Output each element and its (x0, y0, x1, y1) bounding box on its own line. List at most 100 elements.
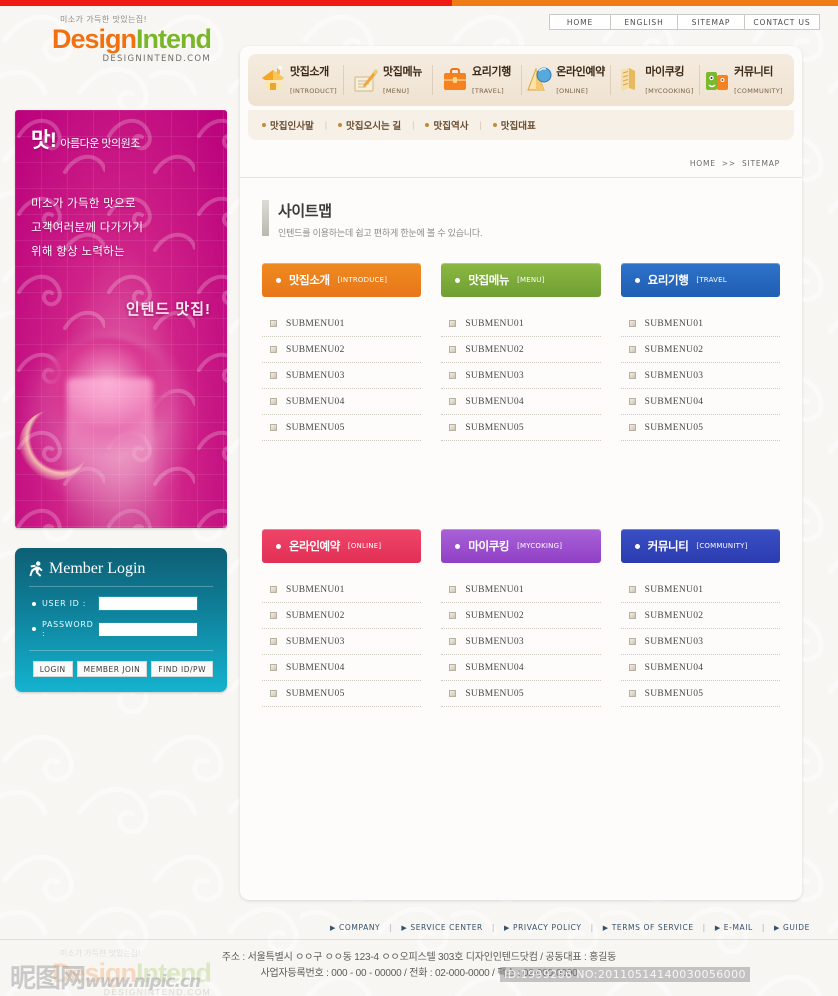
list-item[interactable]: SUBMENU02 (620, 337, 780, 363)
global-nav-item-mycooking[interactable]: 마이쿠킹 [MYCOOKING] (610, 61, 699, 99)
sub-nav-item-history[interactable]: 맛집역사 (425, 118, 468, 132)
site-logo[interactable]: 미소가 가득한 맛있는집! DesignIntend DESIGNINTEND.… (52, 14, 212, 64)
sitemap-header-menu[interactable]: 맛집메뉴 [MENU] (441, 263, 601, 297)
sitemap-header-online[interactable]: 온라인예약 [ONLINE] (262, 529, 422, 563)
logo-word-first: Design (52, 24, 137, 54)
sitemap-header-ko-community: 커뮤니티 (647, 541, 689, 553)
list-item[interactable]: SUBMENU05 (441, 415, 601, 441)
footer-link-email[interactable]: ▶ E-MAIL (715, 923, 753, 932)
utility-nav-sitemap[interactable]: SITEMAP (677, 14, 745, 30)
arrow-icon-6: ▶ (773, 923, 780, 932)
sitemap-link: SUBMENU02 (286, 610, 345, 621)
footer-link-service-center[interactable]: ▶ SERVICE CENTER (401, 923, 483, 932)
promo-headline-big: 맛! (31, 129, 57, 152)
sitemap-link: SUBMENU02 (465, 610, 524, 621)
list-item[interactable]: SUBMENU03 (620, 363, 780, 389)
login-button[interactable]: LOGIN (32, 661, 73, 677)
list-item[interactable]: SUBMENU02 (441, 337, 601, 363)
list-item[interactable]: SUBMENU01 (262, 311, 422, 337)
list-item[interactable]: SUBMENU02 (620, 603, 780, 629)
footer-link-label: TERMS OF SERVICE (611, 923, 694, 932)
sitemap-column-mycooking: 마이쿠킹 [MYCOKING] SUBMENU01 SUBMENU02 SUBM… (441, 529, 601, 707)
list-item[interactable]: SUBMENU04 (620, 655, 780, 681)
user-id-input[interactable] (98, 596, 198, 611)
sitemap-header-mycooking[interactable]: 마이쿠킹 [MYCOKING] (441, 529, 601, 563)
list-item[interactable]: SUBMENU03 (262, 629, 422, 655)
password-row: PASSWORD : (29, 620, 213, 638)
list-item[interactable]: SUBMENU01 (620, 311, 780, 337)
square-bullet-icon (270, 664, 277, 671)
list-item[interactable]: SUBMENU01 (441, 577, 601, 603)
list-item[interactable]: SUBMENU01 (441, 311, 601, 337)
find-id-pw-button[interactable]: FIND ID/PW (151, 661, 213, 677)
footer-link-guide[interactable]: ▶ GUIDE (774, 923, 810, 932)
square-bullet-icon (449, 690, 457, 697)
list-item[interactable]: SUBMENU05 (262, 415, 422, 441)
utility-nav: HOME ENGLISH SITEMAP CONTACT US (549, 14, 820, 30)
list-item[interactable]: SUBMENU04 (262, 655, 422, 681)
sub-nav-item-representative[interactable]: 맛집대표 (492, 118, 536, 132)
footer-link-privacy-policy[interactable]: ▶ PRIVACY POLICY (504, 923, 582, 932)
page-description: 인텐드를 이용하는데 쉽고 편하게 한눈에 볼 수 있습니다. (278, 228, 483, 238)
list-item[interactable]: SUBMENU04 (620, 389, 780, 415)
sitemap-link: SUBMENU04 (644, 396, 704, 407)
bullet-icon-subnav-1 (262, 123, 266, 127)
breadcrumb: HOME >> SITEMAP (240, 150, 802, 178)
sitemap-link: SUBMENU03 (465, 370, 524, 381)
sitemap-link: SUBMENU02 (465, 344, 524, 355)
list-item[interactable]: SUBMENU04 (262, 389, 422, 415)
breadcrumb-home[interactable]: HOME (690, 159, 716, 168)
global-nav-ko-mycooking: 마이쿠킹 (645, 66, 685, 79)
list-item[interactable]: SUBMENU03 (441, 629, 601, 655)
sub-nav-item-directions[interactable]: 맛집오시는 길 (338, 118, 401, 132)
list-item[interactable]: SUBMENU01 (620, 577, 780, 603)
sitemap-header-en-mycooking: [MYCOKING] (517, 542, 563, 550)
sitemap-header-introduce[interactable]: 맛집소개 [INTRODUCE] (262, 263, 422, 297)
global-nav-item-online[interactable]: 온라인예약 [ONLINE] (521, 61, 610, 99)
sitemap-header-community[interactable]: 커뮤니티 [COMMUNITY] (620, 529, 780, 563)
promo-headline-sub: 아름다운 맛의원조 (60, 138, 140, 150)
utility-nav-english[interactable]: ENGLISH (610, 14, 678, 30)
list-item[interactable]: SUBMENU04 (441, 389, 601, 415)
list-item[interactable]: SUBMENU04 (441, 655, 601, 681)
global-nav-item-community[interactable]: 커뮤니티 [COMMUNITY] (699, 61, 788, 99)
global-nav-item-introduct[interactable]: 맛집소개 [INTRODUCT] (254, 61, 343, 99)
global-nav-item-menu[interactable]: 맛집메뉴 [MENU] (343, 61, 432, 99)
sitemap-list-mycooking: SUBMENU01 SUBMENU02 SUBMENU03 SUBMENU04 … (441, 577, 601, 707)
list-item[interactable]: SUBMENU03 (441, 363, 601, 389)
global-nav-en-introduct: [INTRODUCT] (289, 87, 338, 95)
square-bullet-icon (270, 690, 277, 697)
utility-nav-home[interactable]: HOME (549, 14, 611, 30)
sitemap-link: SUBMENU05 (644, 422, 704, 433)
sitemap-link: SUBMENU01 (465, 584, 524, 595)
list-item[interactable]: SUBMENU05 (620, 415, 780, 441)
square-bullet-icon (449, 346, 457, 353)
list-item[interactable]: SUBMENU02 (441, 603, 601, 629)
utility-nav-contact-us[interactable]: CONTACT US (744, 14, 820, 30)
sitemap-header-travel[interactable]: 요리기행 [TRAVEL (620, 263, 780, 297)
sitemap-grid: 맛집소개 [INTRODUCE] SUBMENU01 SUBMENU02 SUB… (240, 239, 802, 707)
square-bullet-icon (449, 398, 457, 405)
member-join-button[interactable]: MEMBER JOIN (76, 661, 148, 677)
list-item[interactable]: SUBMENU05 (441, 681, 601, 707)
bullet-icon-subnav-3 (425, 123, 430, 127)
page-title-block: 사이트맵 인텐드를 이용하는데 쉽고 편하게 한눈에 볼 수 있습니다. (240, 178, 802, 239)
list-item[interactable]: SUBMENU03 (262, 363, 422, 389)
arrow-icon-1: ▶ (330, 923, 337, 932)
sub-nav-item-greeting[interactable]: 맛집인사말 (262, 118, 314, 132)
list-item[interactable]: SUBMENU02 (262, 603, 422, 629)
footer-link-company[interactable]: ▶ COMPANY (330, 923, 380, 932)
square-bullet-icon (449, 424, 457, 431)
arrow-icon-2: ▶ (401, 923, 408, 932)
house-icon (261, 66, 284, 90)
password-input[interactable] (98, 621, 198, 637)
list-item[interactable]: SUBMENU02 (262, 337, 422, 363)
list-item[interactable]: SUBMENU05 (262, 681, 422, 707)
sitemap-link: SUBMENU03 (644, 370, 704, 381)
list-item[interactable]: SUBMENU03 (620, 629, 780, 655)
global-nav-item-travel[interactable]: 요리기행 [TRAVEL] (432, 61, 521, 99)
list-item[interactable]: SUBMENU01 (262, 577, 422, 603)
list-item[interactable]: SUBMENU05 (620, 681, 780, 707)
footer-link-terms-of-service[interactable]: ▶ TERMS OF SERVICE (603, 923, 694, 932)
promo-banner[interactable]: 맛! 아름다운 맛의원조 미소가 가득한 맛으로 고객여러분께 다가가기 위해 항… (15, 110, 227, 528)
